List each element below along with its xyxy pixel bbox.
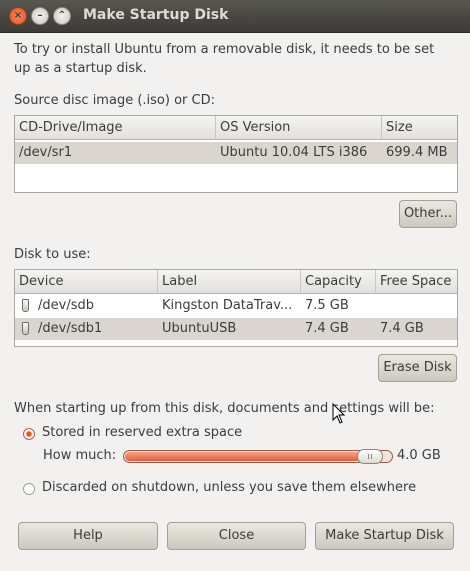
discarded-option-label[interactable]: Discarded on shutdown, unless you save t… — [42, 480, 416, 495]
cell-capacity: 7.5 GB — [305, 298, 349, 313]
col-header-capacity[interactable]: Capacity — [301, 270, 376, 294]
table-row[interactable]: /dev/sr1 Ubuntu 10.04 LTS i386 699.4 MB — [15, 142, 457, 164]
source-label: Source disc image (.iso) or CD: — [14, 93, 215, 108]
help-button[interactable]: Help — [18, 522, 158, 550]
make-startup-disk-button[interactable]: Make Startup Disk — [315, 522, 454, 550]
disk-table: Device Label Capacity Free Space /dev/sd… — [14, 269, 458, 347]
cell-label: Kingston DataTrav... — [162, 298, 293, 313]
cell-device: /dev/sdb1 — [38, 321, 103, 336]
stored-option-label[interactable]: Stored in reserved extra space — [42, 425, 242, 440]
col-header-free-space[interactable]: Free Space — [376, 270, 457, 294]
col-header-image[interactable]: CD-Drive/Image — [15, 116, 216, 140]
table-row[interactable]: /dev/sdb1 UbuntuUSB 7.4 GB 7.4 GB — [15, 318, 457, 340]
cell-os-version: Ubuntu 10.04 LTS i386 — [220, 145, 368, 160]
table-row[interactable]: /dev/sdb Kingston DataTrav... 7.5 GB — [15, 295, 457, 317]
source-table: CD-Drive/Image OS Version Size /dev/sr1 … — [14, 115, 458, 193]
title-bar: × – ⌃ Make Startup Disk — [0, 0, 470, 33]
intro-text: To try or install Ubuntu from a removabl… — [14, 42, 435, 76]
slider-fill — [125, 452, 382, 461]
discarded-radio[interactable] — [23, 483, 35, 495]
cell-capacity: 7.4 GB — [305, 321, 349, 336]
startup-settings-label: When starting up from this disk, documen… — [14, 401, 435, 416]
make-startup-disk-window: × – ⌃ Make Startup Disk To try or instal… — [0, 0, 470, 571]
cell-image: /dev/sr1 — [19, 145, 73, 160]
col-header-os-version[interactable]: OS Version — [216, 116, 382, 140]
how-much-value: 4.0 GB — [397, 448, 441, 463]
col-header-device[interactable]: Device — [15, 270, 158, 294]
other-button[interactable]: Other... — [399, 200, 457, 228]
reserved-space-slider[interactable] — [123, 450, 393, 463]
cell-free-space — [376, 295, 457, 317]
how-much-label: How much: — [43, 448, 117, 463]
maximize-window-icon[interactable]: ⌃ — [53, 7, 71, 25]
stored-radio[interactable] — [23, 428, 35, 440]
cell-label: UbuntuUSB — [162, 321, 237, 336]
minimize-window-icon[interactable]: – — [31, 7, 49, 25]
usb-drive-icon — [22, 299, 29, 312]
usb-drive-icon — [22, 322, 29, 335]
slider-grip — [368, 454, 369, 459]
cell-free-space: 7.4 GB — [380, 321, 424, 336]
col-header-label[interactable]: Label — [158, 270, 301, 294]
close-window-icon[interactable]: × — [9, 7, 27, 25]
erase-disk-button[interactable]: Erase Disk — [378, 354, 457, 382]
slider-grip — [371, 454, 372, 459]
col-header-size[interactable]: Size — [382, 116, 457, 140]
slider-thumb[interactable] — [357, 449, 383, 464]
window-title: Make Startup Disk — [83, 7, 229, 23]
mouse-pointer-icon — [332, 403, 346, 424]
disk-label: Disk to use: — [14, 247, 91, 262]
close-button[interactable]: Close — [167, 522, 306, 550]
cell-device: /dev/sdb — [38, 298, 94, 313]
cell-size: 699.4 MB — [386, 145, 448, 160]
